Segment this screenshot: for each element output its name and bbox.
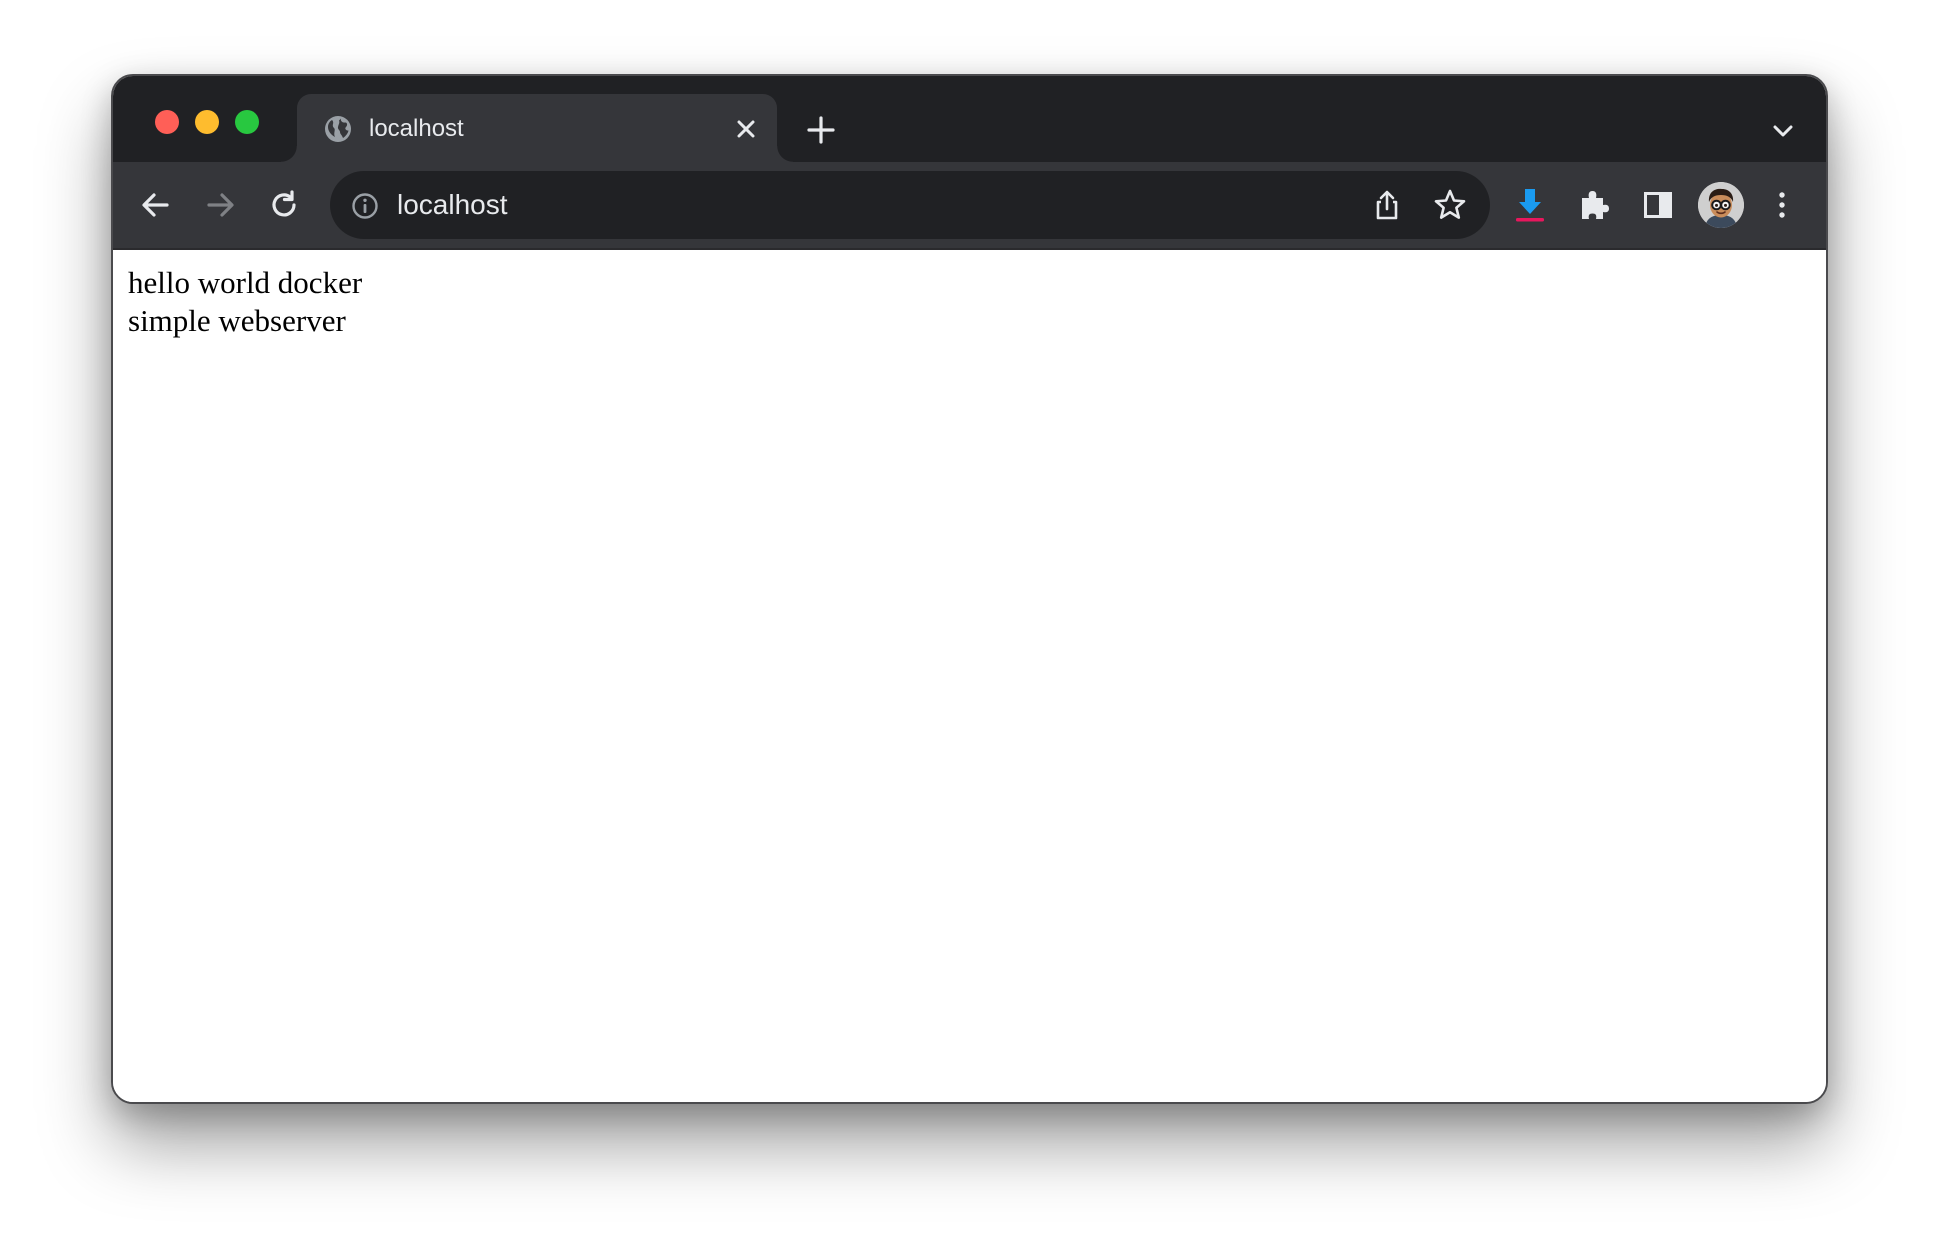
page-content: hello world docker simple webserver — [113, 250, 1826, 1102]
minimize-window-button[interactable] — [195, 110, 219, 134]
browser-toolbar: localhost — [113, 162, 1826, 250]
arrow-left-icon[interactable] — [137, 186, 175, 224]
page-line-2: simple webserver — [128, 303, 346, 338]
side-panel-icon[interactable] — [1639, 186, 1677, 224]
chevron-down-icon[interactable] — [1770, 118, 1796, 144]
kebab-menu-icon[interactable] — [1763, 186, 1801, 224]
info-icon[interactable] — [350, 191, 380, 221]
star-icon[interactable] — [1432, 187, 1468, 223]
page-body-text: hello world docker simple webserver — [128, 264, 362, 340]
arrow-right-icon[interactable] — [201, 186, 239, 224]
address-bar[interactable]: localhost — [330, 171, 1490, 239]
page-line-1: hello world docker — [128, 265, 363, 300]
plus-icon[interactable] — [805, 114, 837, 146]
globe-icon — [323, 114, 353, 144]
browser-window: localhost localhost hello world docker s… — [111, 74, 1828, 1104]
avatar[interactable] — [1698, 182, 1744, 228]
tab-localhost[interactable]: localhost — [281, 94, 793, 162]
tab-strip: localhost — [113, 76, 1826, 162]
reload-icon[interactable] — [265, 186, 303, 224]
share-icon[interactable] — [1370, 188, 1404, 222]
close-window-button[interactable] — [155, 110, 179, 134]
maximize-window-button[interactable] — [235, 110, 259, 134]
tab-title: localhost — [369, 115, 464, 142]
puzzle-icon[interactable] — [1575, 186, 1613, 224]
url-text[interactable]: localhost — [397, 187, 508, 223]
download-extension-icon[interactable] — [1511, 186, 1549, 224]
close-icon[interactable] — [733, 116, 759, 142]
